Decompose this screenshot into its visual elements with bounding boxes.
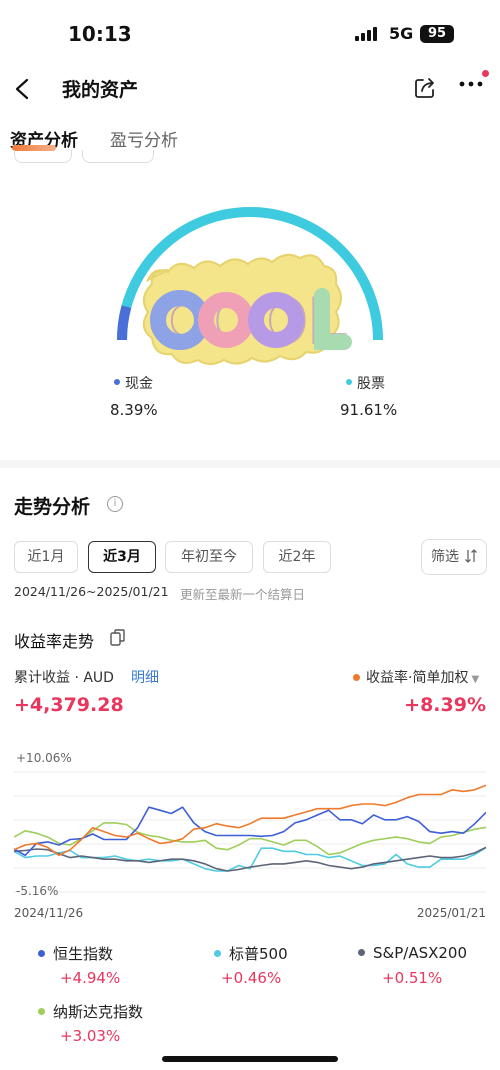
- filter-sort-icon: [465, 549, 478, 563]
- y-axis-min-label: -5.16%: [16, 884, 59, 898]
- back-arrow-icon[interactable]: [14, 78, 30, 100]
- legend-value: +0.51%: [382, 969, 443, 987]
- series-line-1: [14, 806, 486, 857]
- legend-item-asx200[interactable]: S&P/ASX200: [358, 943, 467, 962]
- period-2-years[interactable]: 近2年: [263, 541, 331, 573]
- cash-percent: 8.39%: [110, 401, 158, 419]
- cash-legend-dot: [114, 379, 120, 385]
- scrolled-chip[interactable]: [82, 150, 154, 163]
- tab-profit-loss-analysis[interactable]: 盈亏分析: [110, 126, 178, 151]
- cash-label: 现金: [125, 376, 153, 392]
- filter-label: 筛选: [431, 549, 459, 565]
- legend-item-sp500[interactable]: 标普500: [214, 943, 288, 964]
- page-title: 我的资产: [62, 79, 139, 101]
- date-range: 2024/11/26~2025/01/21: [14, 584, 169, 599]
- stock-percent: 91.61%: [340, 401, 398, 419]
- network-type: 5G: [389, 24, 414, 43]
- scrolled-chip[interactable]: [14, 150, 72, 163]
- filter-button[interactable]: 筛选: [421, 539, 487, 575]
- section-divider: [0, 460, 500, 468]
- series-line-3: [14, 846, 486, 872]
- x-axis-start-label: 2024/11/26: [14, 906, 84, 920]
- battery-icon: 95: [420, 25, 454, 43]
- copy-icon[interactable]: [110, 629, 125, 646]
- date-note: 更新至最新一个结算日: [180, 587, 306, 602]
- legend-item-nasdaq[interactable]: 纳斯达克指数: [38, 1001, 143, 1022]
- cool-sticker-image: COOL: [142, 253, 352, 365]
- legend-dot: [38, 950, 45, 957]
- period-3-months[interactable]: 近3月: [88, 541, 156, 573]
- trend-section-title: 走势分析: [14, 496, 91, 518]
- period-1-month[interactable]: 近1月: [14, 541, 78, 573]
- home-indicator: [162, 1056, 338, 1062]
- legend-name: S&P/ASX200: [373, 944, 468, 962]
- return-rate-value: +8.39%: [404, 694, 486, 716]
- allocation-gauge: COOL: [116, 207, 383, 365]
- legend-value: +0.46%: [221, 969, 282, 987]
- more-icon[interactable]: [459, 80, 483, 88]
- legend-value: +3.03%: [60, 1027, 121, 1045]
- period-ytd[interactable]: 年初至今: [165, 541, 253, 573]
- detail-link[interactable]: 明细: [131, 667, 159, 687]
- share-icon[interactable]: [413, 76, 437, 100]
- legend-dot: [214, 950, 221, 957]
- gauge-arc-cash: [116, 305, 132, 341]
- legend-name: 标普500: [229, 945, 288, 963]
- stock-legend-dot: [346, 379, 352, 385]
- stock-label: 股票: [357, 376, 385, 392]
- cumulative-return-label: 累计收益 · AUD: [14, 670, 114, 686]
- return-rate-selector[interactable]: 收益率·简单加权 ▼: [353, 667, 479, 687]
- legend-item-hang-seng[interactable]: 恒生指数: [38, 943, 113, 964]
- x-axis-end-label: 2025/01/21: [416, 906, 486, 920]
- series-line-4: [14, 822, 486, 856]
- legend-value: +4.94%: [60, 969, 121, 987]
- status-time: 10:13: [68, 22, 132, 46]
- y-axis-max-label: +10.06%: [16, 751, 72, 765]
- cumulative-return-value: +4,379.28: [14, 694, 124, 716]
- legend-dot: [38, 1008, 45, 1015]
- legend-name: 恒生指数: [53, 945, 114, 963]
- legend-name: 纳斯达克指数: [53, 1003, 144, 1021]
- return-rate-label: 收益率·简单加权: [366, 670, 469, 686]
- return-trend-title: 收益率走势: [14, 632, 95, 651]
- return-rate-dot: [353, 674, 360, 681]
- legend-dot: [358, 949, 365, 956]
- dropdown-caret-icon: ▼: [471, 674, 480, 685]
- info-icon[interactable]: i: [107, 496, 123, 512]
- signal-icon: [355, 27, 377, 41]
- return-trend-chart[interactable]: [14, 768, 486, 898]
- notification-dot: [482, 70, 489, 77]
